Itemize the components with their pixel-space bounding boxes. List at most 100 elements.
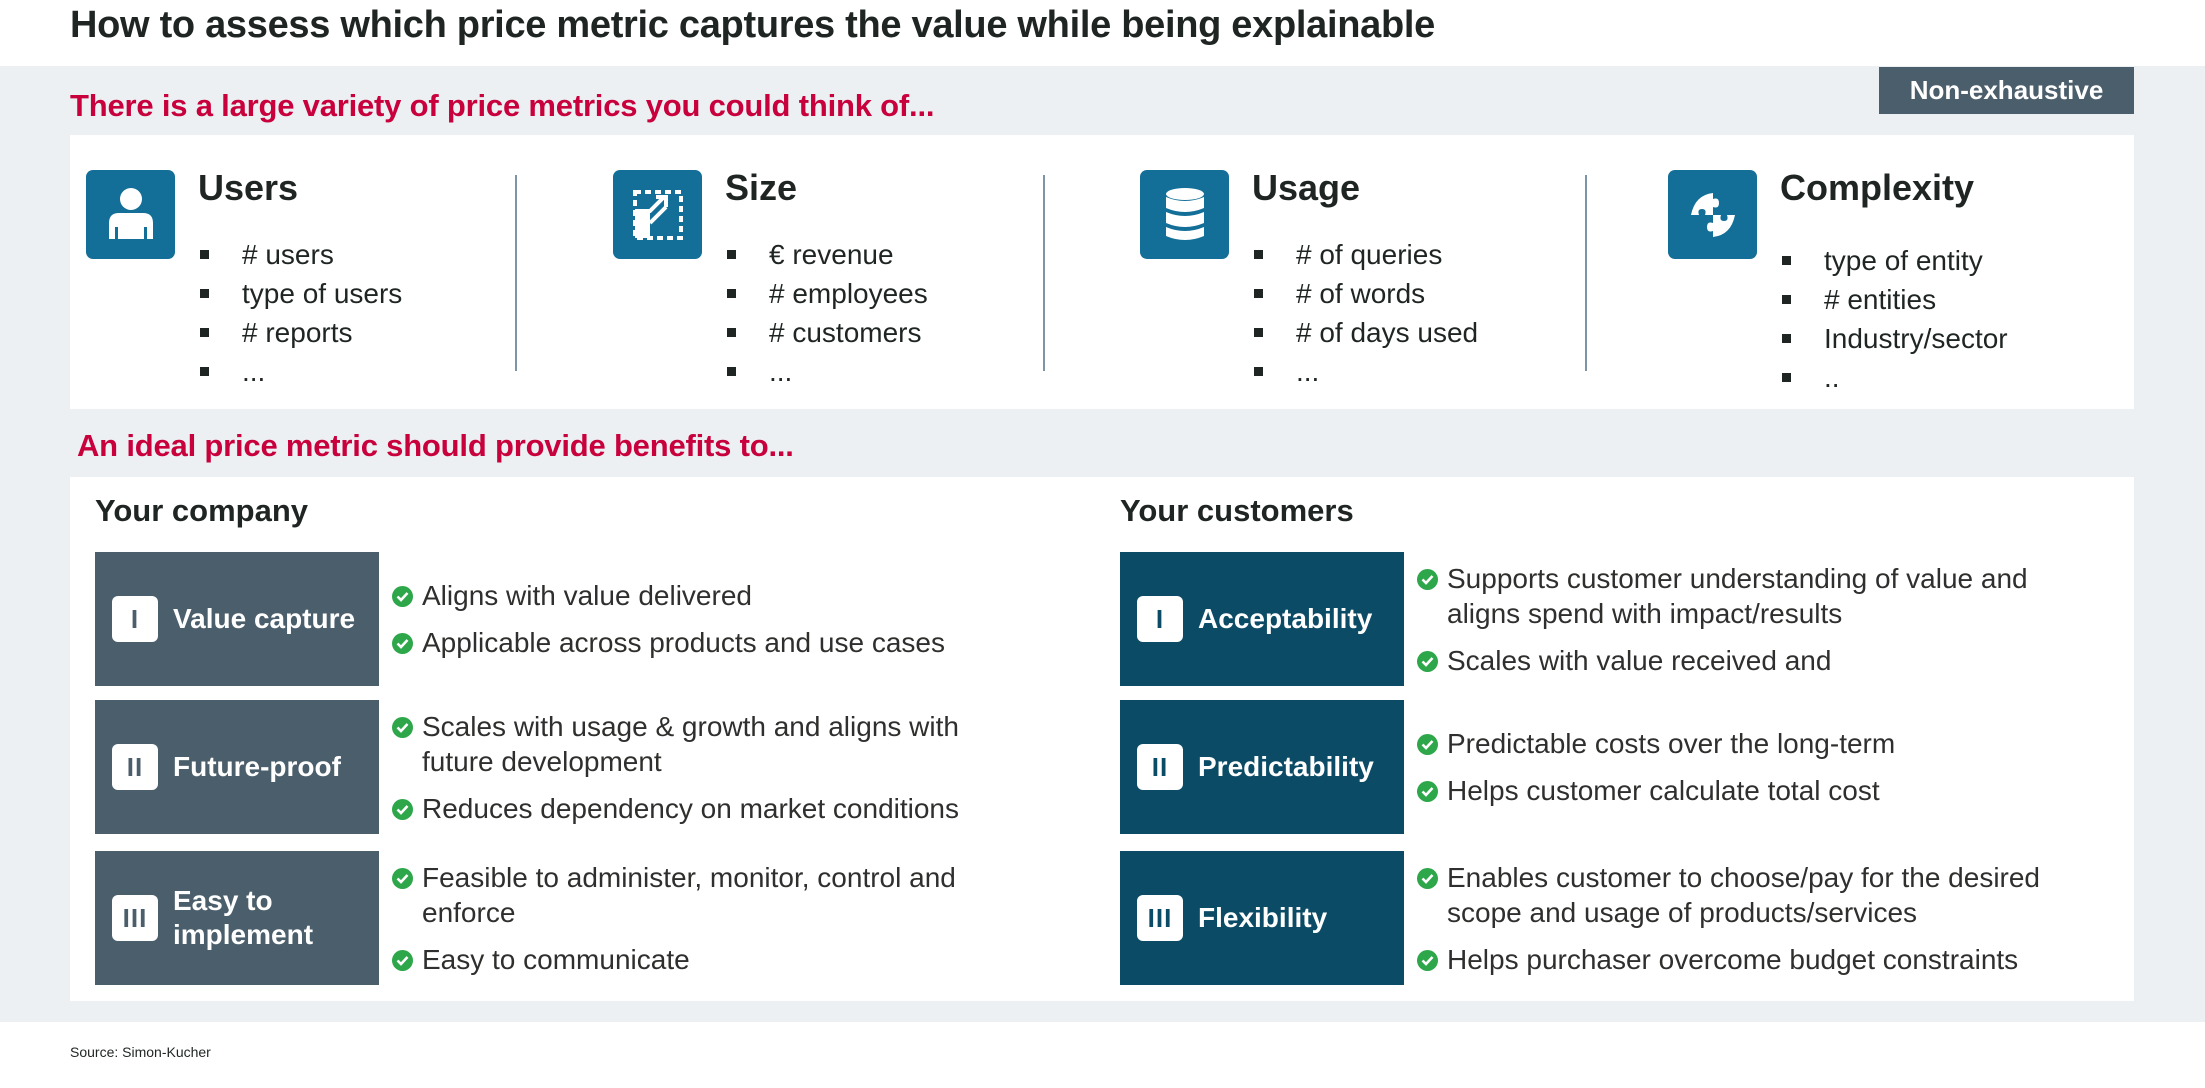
benefit-item: Predictable costs over the long-term <box>1417 726 2097 761</box>
benefit-text: Reduces dependency on market conditions <box>422 792 960 824</box>
database-icon <box>1140 170 1229 259</box>
benefit-item: Aligns with value delivered <box>392 578 1032 613</box>
metrics-section-heading: There is a large variety of price metric… <box>70 88 935 123</box>
bullet-icon <box>727 250 736 259</box>
criterion-future-proof: II Future-proof <box>95 700 379 834</box>
divider <box>515 175 517 371</box>
bullet-icon <box>1254 250 1263 259</box>
divider <box>1585 175 1587 371</box>
bullet-icon <box>727 367 736 376</box>
bullet-icon <box>1254 289 1263 298</box>
company-column-title: Your company <box>95 493 309 528</box>
benefit-text: Aligns with value delivered <box>422 580 752 611</box>
bullet-icon <box>1782 373 1791 382</box>
page-title: How to assess which price metric capture… <box>70 4 1435 46</box>
numeral-badge: II <box>112 744 158 790</box>
bullet-icon <box>1782 256 1791 265</box>
list-item-text: # reports <box>242 317 353 348</box>
list-item: # of words <box>1252 274 1478 313</box>
bullet-icon <box>1254 367 1263 376</box>
benefit-text: Helps customer calculate total cost <box>1447 775 1880 806</box>
metrics-panel: Users # users type of users # reports ..… <box>70 135 2134 409</box>
criterion-label: Acceptability <box>1198 603 1373 634</box>
metric-title: Size <box>725 167 798 208</box>
metric-complexity: Complexity type of entity # entities Ind… <box>1652 135 2112 409</box>
benefit-text: Scales with value received and <box>1447 644 1832 676</box>
list-item-text: # employees <box>769 278 928 309</box>
criterion-label: Future-proof <box>173 751 341 782</box>
list-item: ... <box>1252 352 1478 391</box>
user-icon <box>86 170 175 259</box>
list-item: ... <box>725 352 928 391</box>
metric-users: Users # users type of users # reports ..… <box>70 135 530 409</box>
benefit-list: Aligns with value delivered Applicable a… <box>392 552 1032 686</box>
check-circle-icon <box>1417 568 1438 590</box>
check-circle-icon <box>1417 867 1438 889</box>
puzzle-icon <box>1668 170 1757 259</box>
numeral-badge: I <box>1137 596 1183 642</box>
list-item-text: € revenue <box>769 239 894 270</box>
resize-icon <box>613 170 702 259</box>
criterion-label: Flexibility <box>1198 902 1328 933</box>
numeral-badge: III <box>112 895 158 941</box>
list-item: type of entity <box>1780 241 2008 280</box>
benefit-text: Feasible to administer, monitor, control… <box>422 861 956 928</box>
criterion-predictability: II Predictability <box>1120 700 1404 834</box>
list-item-text: .. <box>1824 362 1840 393</box>
metric-usage: Usage # of queries # of words # of days … <box>1124 135 1584 409</box>
benefit-item: Helps purchaser overcome budget constrai… <box>1417 942 2107 977</box>
list-item-text: Industry/sector <box>1824 323 2008 354</box>
check-circle-icon <box>1417 781 1438 802</box>
criterion-label: Easy to implement <box>173 885 314 950</box>
benefit-text: Applicable across products and use cases <box>422 627 945 658</box>
list-item: # reports <box>198 313 402 352</box>
bullet-icon <box>1782 334 1791 343</box>
bullet-icon <box>727 328 736 337</box>
criterion-label: Predictability <box>1198 751 1374 782</box>
metric-title: Users <box>198 167 299 208</box>
bullet-icon <box>200 328 209 337</box>
list-item-text: ... <box>242 356 266 387</box>
criterion-easy-to-implement: III Easy to implement <box>95 851 379 985</box>
list-item: ... <box>198 352 402 391</box>
list-item: type of users <box>198 274 402 313</box>
bullet-icon <box>1782 295 1791 304</box>
numeral-badge: I <box>112 596 158 642</box>
list-item-text: type of entity <box>1824 245 1983 276</box>
benefit-text: Predictable costs over the long-term <box>1447 728 1896 759</box>
list-item-text: # customers <box>769 317 922 348</box>
metric-size: Size € revenue # employees # customers .… <box>597 135 1057 409</box>
check-circle-icon <box>1417 949 1438 971</box>
non-exhaustive-badge: Non-exhaustive <box>1879 67 2134 114</box>
list-item-text: # of days used <box>1296 317 1479 348</box>
list-item-text: # users <box>242 239 334 270</box>
metric-title: Complexity <box>1780 167 1975 208</box>
list-item: # entities <box>1780 280 2008 319</box>
benefit-text: Supports customer understanding of value… <box>1447 562 2028 629</box>
list-item: # employees <box>725 274 928 313</box>
list-item: .. <box>1780 358 2008 397</box>
list-item: # of days used <box>1252 313 1478 352</box>
benefit-list: Scales with usage & growth and aligns wi… <box>392 700 1012 834</box>
list-item-text: # of queries <box>1296 239 1443 270</box>
list-item: Industry/sector <box>1780 319 2008 358</box>
numeral-badge: II <box>1137 744 1183 790</box>
check-circle-icon <box>1417 734 1438 755</box>
benefit-text: Helps purchaser overcome budget constrai… <box>1447 943 2019 975</box>
source-note: Source: Simon-Kucher <box>70 1044 211 1060</box>
bullet-icon <box>200 289 209 298</box>
benefit-item: Scales with value received and <box>1417 643 2037 678</box>
criterion-value-capture: I Value capture <box>95 552 379 686</box>
benefit-text: Enables customer to choose/pay for the d… <box>1447 861 2041 928</box>
benefit-item: Applicable across products and use cases <box>392 625 1032 660</box>
benefit-text: Easy to communicate <box>422 943 690 975</box>
benefit-text: Scales with usage & growth and aligns wi… <box>422 710 959 777</box>
check-circle-icon <box>392 716 413 738</box>
check-circle-icon <box>392 633 413 654</box>
benefit-list: Predictable costs over the long-term Hel… <box>1417 700 2097 834</box>
benefits-section-heading: An ideal price metric should provide ben… <box>77 428 794 463</box>
bullet-icon <box>200 367 209 376</box>
benefit-item: Easy to communicate <box>392 942 1012 977</box>
list-item: € revenue <box>725 235 928 274</box>
benefit-list: Enables customer to choose/pay for the d… <box>1417 851 2107 985</box>
